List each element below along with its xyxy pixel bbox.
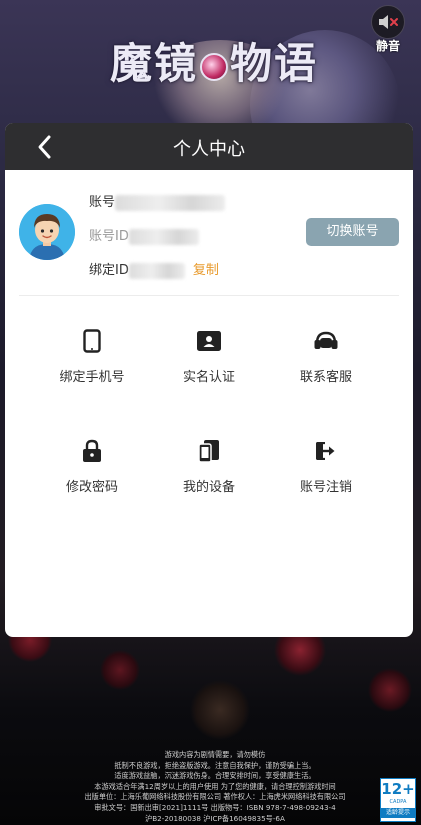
footer-line: 抵制不良游戏，拒绝盗版游戏。注意自我保护，谨防受骗上当。 bbox=[114, 760, 316, 770]
mute-label: 静音 bbox=[375, 39, 400, 53]
bind-phone-label: 绑定手机号 bbox=[59, 370, 125, 385]
account-row: 账号 bbox=[89, 191, 226, 211]
avatar bbox=[19, 204, 75, 260]
panel-header: 个人中心 bbox=[5, 123, 413, 170]
id-card-icon bbox=[196, 328, 222, 354]
account-id-row: 账号ID bbox=[89, 225, 199, 245]
lock-icon bbox=[79, 438, 105, 464]
divider bbox=[19, 295, 399, 296]
real-name-item[interactable]: 实名认证 bbox=[149, 328, 269, 385]
footer-line: 审批文号：国新出审[2021]1111号 出版物号：ISBN 978-7-498… bbox=[94, 802, 336, 812]
footer-line: 出版单位：上海乐葡网络科技股份有限公司 著作权人：上海虎米网络科技有限公司 bbox=[84, 792, 346, 802]
speaker-muted-icon bbox=[371, 5, 405, 39]
real-name-label: 实名认证 bbox=[182, 370, 235, 385]
footer-line: 沪B2-20180038 沪ICP备16049835号-6A bbox=[145, 813, 285, 823]
contact-service-item[interactable]: 联系客服 bbox=[266, 328, 386, 385]
change-password-label: 修改密码 bbox=[65, 480, 118, 495]
panel-title: 个人中心 bbox=[173, 139, 245, 160]
footer-line: 本游戏适合年满12周岁以上的用户使用 为了您的健康，请合理控制游戏时间 bbox=[94, 781, 336, 791]
account-id-label: 账号ID bbox=[89, 229, 129, 244]
age-rating-number: 12+ bbox=[381, 780, 415, 798]
game-logo-right: 物语 bbox=[230, 39, 319, 88]
logo-orb-icon bbox=[200, 53, 229, 81]
account-cancel-label: 账号注销 bbox=[299, 480, 352, 495]
my-devices-label: 我的设备 bbox=[182, 480, 235, 495]
legal-footer: 游戏内容为剧情需要，请勿模仿 抵制不良游戏，拒绝盗版游戏。注意自我保护，谨防受骗… bbox=[60, 750, 370, 824]
age-rating-tip: 适龄提示 bbox=[381, 808, 415, 818]
personal-center-panel: 个人中心 账号 账号ID 绑定ID 复制 切换账号 绑定手机号 实名认证 联系客… bbox=[5, 123, 413, 637]
bind-phone-item[interactable]: 绑定手机号 bbox=[32, 328, 152, 385]
account-value-redacted bbox=[115, 194, 226, 211]
game-logo-left: 魔镜 bbox=[110, 39, 199, 88]
footer-line: 适度游戏益脑，沉迷游戏伤身。合理安排时间，享受健康生活。 bbox=[114, 771, 316, 781]
copy-link[interactable]: 复制 bbox=[193, 263, 219, 278]
bind-id-value-redacted bbox=[128, 262, 185, 279]
age-rating-sub: CADPA bbox=[389, 799, 407, 805]
my-devices-item[interactable]: 我的设备 bbox=[149, 438, 269, 495]
headset-icon bbox=[313, 328, 339, 354]
mute-button[interactable]: 静音 bbox=[367, 5, 409, 53]
account-id-value-redacted bbox=[128, 228, 199, 245]
age-rating-badge: 12+ CADPA 适龄提示 bbox=[380, 778, 416, 822]
game-logo: 魔镜 物语 bbox=[110, 30, 320, 92]
logout-icon bbox=[313, 438, 339, 464]
profile-section: 账号 账号ID 绑定ID 复制 切换账号 bbox=[5, 170, 413, 295]
switch-account-button[interactable]: 切换账号 bbox=[306, 218, 399, 246]
bind-id-row: 绑定ID 复制 bbox=[89, 259, 219, 279]
change-password-item[interactable]: 修改密码 bbox=[32, 438, 152, 495]
bind-id-label: 绑定ID bbox=[89, 263, 129, 278]
footer-line: 游戏内容为剧情需要，请勿模仿 bbox=[164, 750, 266, 759]
contact-service-label: 联系客服 bbox=[299, 370, 352, 385]
account-cancel-item[interactable]: 账号注销 bbox=[266, 438, 386, 495]
phone-icon bbox=[79, 328, 105, 354]
account-label: 账号 bbox=[89, 195, 116, 210]
devices-icon bbox=[196, 438, 222, 464]
